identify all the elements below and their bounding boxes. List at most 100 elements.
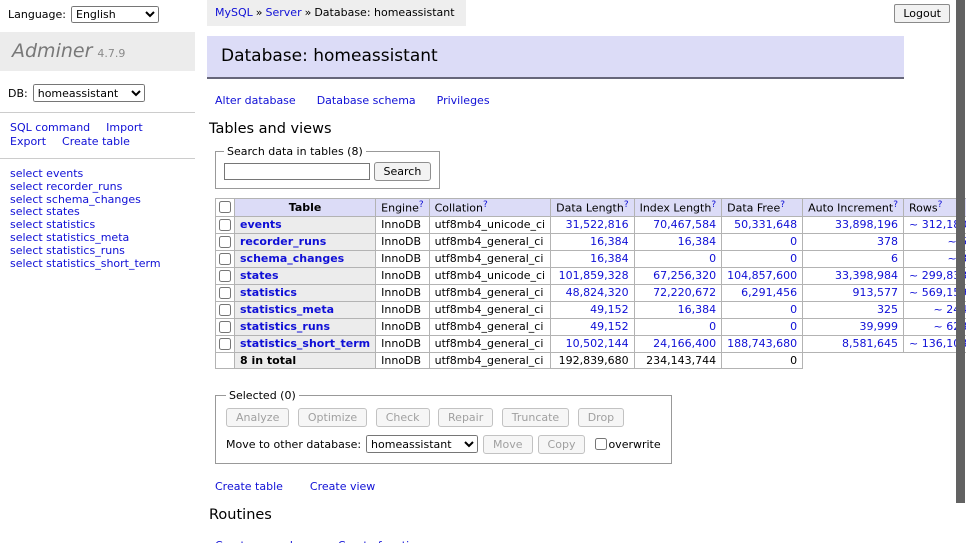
db-row: DB: homeassistant — [8, 84, 195, 102]
analyze-button[interactable]: Analyze — [226, 408, 289, 427]
search-input[interactable] — [224, 163, 370, 180]
create-table-link[interactable]: Create table — [215, 480, 283, 493]
sidebar-select-link-statistics-meta[interactable]: select statistics_meta — [10, 232, 195, 245]
create-procedure-link[interactable]: Create procedure — [215, 539, 311, 543]
data-length-link[interactable]: 16,384 — [590, 252, 629, 265]
table-name-cell: statistics — [235, 284, 376, 301]
auto-increment-help-link[interactable]: ? — [893, 200, 898, 210]
sidebar-select-link-statistics-short-term[interactable]: select statistics_short_term — [10, 258, 195, 271]
index-length-link[interactable]: 70,467,584 — [653, 218, 716, 231]
data-length-link[interactable]: 101,859,328 — [559, 269, 629, 282]
data-free-link[interactable]: 50,331,648 — [734, 218, 797, 231]
breadcrumb-server-link[interactable]: Server — [266, 6, 302, 19]
data-length-link[interactable]: 16,384 — [590, 235, 629, 248]
table-name-link[interactable]: statistics_short_term — [240, 337, 370, 350]
row-checkbox[interactable] — [219, 287, 231, 299]
row-checkbox[interactable] — [219, 236, 231, 248]
data-length-link[interactable]: 49,152 — [590, 303, 629, 316]
row-checkbox[interactable] — [219, 270, 231, 282]
auto-increment-link[interactable]: 378 — [877, 235, 898, 248]
data-length-link[interactable]: 49,152 — [590, 320, 629, 333]
repair-button[interactable]: Repair — [438, 408, 493, 427]
auto-increment-link[interactable]: 33,898,196 — [835, 218, 898, 231]
data-free-help-link[interactable]: ? — [780, 200, 785, 210]
auto-increment-link[interactable]: 33,398,984 — [835, 269, 898, 282]
index-length-link[interactable]: 16,384 — [678, 235, 717, 248]
row-checkbox[interactable] — [219, 338, 231, 350]
table-row-states: states InnoDB utf8mb4_unicode_ci 101,859… — [216, 267, 966, 284]
table-name-link[interactable]: statistics_runs — [240, 320, 330, 333]
data-length-help-link[interactable]: ? — [624, 200, 629, 210]
collation-cell: utf8mb4_general_ci — [429, 301, 550, 318]
sql-command-link[interactable]: SQL command — [10, 121, 90, 134]
data-free-link[interactable]: 188,743,680 — [727, 337, 797, 350]
data-free-cell: 0 — [722, 250, 803, 267]
row-checkbox[interactable] — [219, 219, 231, 231]
create-table-link-sidebar[interactable]: Create table — [62, 135, 130, 148]
data-free-link[interactable]: 6,291,456 — [741, 286, 797, 299]
rows-help-link[interactable]: ? — [938, 200, 943, 210]
overwrite-checkbox[interactable] — [595, 438, 607, 450]
auto-increment-link[interactable]: 913,577 — [853, 286, 899, 299]
db-select[interactable]: homeassistant — [33, 84, 145, 102]
table-name-link[interactable]: statistics_meta — [240, 303, 334, 316]
database-schema-link[interactable]: Database schema — [317, 94, 416, 107]
create-view-link[interactable]: Create view — [310, 480, 375, 493]
total-label-cell: 8 in total — [235, 352, 376, 368]
row-checkbox[interactable] — [219, 304, 231, 316]
index-length-link[interactable]: 16,384 — [678, 303, 717, 316]
data-length-link[interactable]: 48,824,320 — [566, 286, 629, 299]
truncate-button[interactable]: Truncate — [502, 408, 569, 427]
create-function-link[interactable]: Create function — [338, 539, 423, 543]
data-free-link[interactable]: 0 — [790, 320, 797, 333]
auto-increment-cell: 33,898,196 — [803, 216, 904, 233]
language-select[interactable]: English — [71, 6, 159, 23]
optimize-button[interactable]: Optimize — [298, 408, 367, 427]
breadcrumb-mysql-link[interactable]: MySQL — [215, 6, 253, 19]
alter-database-link[interactable]: Alter database — [215, 94, 296, 107]
row-checkbox[interactable] — [219, 253, 231, 265]
index-length-help-link[interactable]: ? — [711, 200, 716, 210]
table-name-link[interactable]: statistics — [240, 286, 297, 299]
vertical-scrollbar[interactable] — [956, 0, 965, 503]
tables-list-table: Table Engine? Collation? Data Length? In… — [215, 198, 966, 369]
index-length-link[interactable]: 0 — [709, 252, 716, 265]
privileges-link[interactable]: Privileges — [437, 94, 490, 107]
auto-increment-link[interactable]: 8,581,645 — [842, 337, 898, 350]
sidebar-select-link-recorder-runs[interactable]: select recorder_runs — [10, 181, 195, 194]
sidebar-select-link-statistics-runs[interactable]: select statistics_runs — [10, 245, 195, 258]
index-length-cell: 72,220,672 — [634, 284, 722, 301]
data-free-link[interactable]: 0 — [790, 252, 797, 265]
auto-increment-link[interactable]: 6 — [891, 252, 898, 265]
sidebar-select-link-events[interactable]: select events — [10, 168, 195, 181]
data-free-link[interactable]: 0 — [790, 303, 797, 316]
auto-increment-link[interactable]: 39,999 — [860, 320, 899, 333]
move-db-select[interactable]: homeassistant — [366, 435, 478, 453]
engine-help-link[interactable]: ? — [419, 200, 424, 210]
data-free-link[interactable]: 0 — [790, 235, 797, 248]
data-free-link[interactable]: 104,857,600 — [727, 269, 797, 282]
index-length-link[interactable]: 67,256,320 — [653, 269, 716, 282]
data-length-link[interactable]: 10,502,144 — [566, 337, 629, 350]
export-link[interactable]: Export — [10, 135, 46, 148]
logout-button[interactable]: Logout — [894, 4, 950, 23]
index-length-link[interactable]: 72,220,672 — [653, 286, 716, 299]
collation-help-link[interactable]: ? — [483, 200, 488, 210]
row-checkbox[interactable] — [219, 321, 231, 333]
index-length-link[interactable]: 0 — [709, 320, 716, 333]
check-button[interactable]: Check — [376, 408, 430, 427]
move-row: Move to other database: homeassistant Mo… — [226, 435, 661, 454]
auto-increment-link[interactable]: 325 — [877, 303, 898, 316]
move-button[interactable]: Move — [483, 435, 533, 454]
table-name-link[interactable]: states — [240, 269, 279, 282]
drop-button[interactable]: Drop — [578, 408, 624, 427]
data-length-link[interactable]: 31,522,816 — [566, 218, 629, 231]
copy-button[interactable]: Copy — [538, 435, 586, 454]
search-button[interactable]: Search — [374, 162, 432, 181]
select-all-checkbox[interactable] — [219, 201, 231, 213]
table-name-link[interactable]: recorder_runs — [240, 235, 326, 248]
index-length-link[interactable]: 24,166,400 — [653, 337, 716, 350]
import-link[interactable]: Import — [106, 121, 143, 134]
table-name-link[interactable]: events — [240, 218, 282, 231]
table-name-link[interactable]: schema_changes — [240, 252, 344, 265]
